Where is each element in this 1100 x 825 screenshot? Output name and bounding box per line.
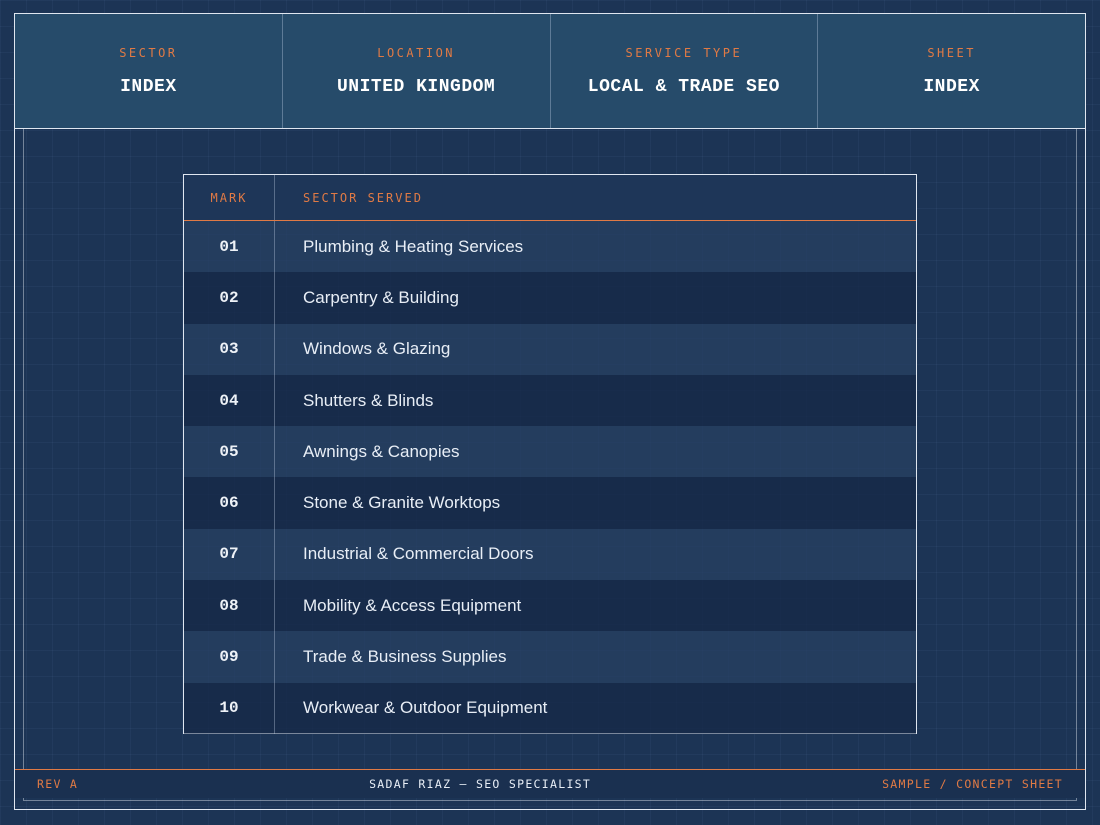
title-cell-label: SHEET (927, 46, 976, 60)
row-mark: 10 (219, 699, 239, 718)
table-row: 02 Carpentry & Building (184, 272, 916, 324)
row-sector: Mobility & Access Equipment (303, 595, 522, 615)
header-mark-cell: MARK (184, 175, 275, 220)
header-mark: MARK (210, 190, 248, 205)
title-block: SECTOR INDEX LOCATION UNITED KINGDOM SER… (15, 14, 1085, 129)
sector-table: MARK SECTOR SERVED 01 Plumbing & Heating … (183, 174, 917, 734)
table-row: 05 Awnings & Canopies (184, 426, 916, 478)
sector-cell: Mobility & Access Equipment (275, 580, 916, 631)
title-cell-value: UNITED KINGDOM (337, 77, 496, 97)
sector-cell: Shutters & Blinds (275, 375, 916, 426)
table-header: MARK SECTOR SERVED (184, 175, 916, 221)
mark-cell: 02 (184, 272, 275, 324)
title-cell-service-type: SERVICE TYPE LOCAL & TRADE SEO (551, 14, 819, 128)
title-cell-value: LOCAL & TRADE SEO (587, 77, 780, 97)
sector-cell: Industrial & Commercial Doors (275, 529, 916, 580)
row-mark: 04 (219, 391, 239, 410)
title-cell-label: SECTOR (119, 46, 178, 60)
row-sector: Industrial & Commercial Doors (303, 544, 534, 564)
mark-cell: 05 (184, 426, 275, 478)
sheet-type-label: SAMPLE / CONCEPT SHEET (882, 777, 1063, 791)
row-mark: 07 (219, 545, 239, 564)
row-sector: Shutters & Blinds (303, 390, 434, 410)
sector-cell: Workwear & Outdoor Equipment (275, 683, 916, 734)
row-mark: 02 (219, 288, 239, 307)
title-cell-location: LOCATION UNITED KINGDOM (283, 14, 551, 128)
row-sector: Carpentry & Building (303, 287, 459, 307)
row-mark: 05 (219, 442, 239, 461)
table-row: 06 Stone & Granite Worktops (184, 477, 916, 529)
row-sector: Awnings & Canopies (303, 441, 460, 461)
revision-label: REV A (37, 777, 79, 791)
title-cell-label: LOCATION (377, 46, 456, 60)
row-sector: Plumbing & Heating Services (303, 236, 524, 256)
sector-cell: Trade & Business Supplies (275, 631, 916, 682)
table-row: 08 Mobility & Access Equipment (184, 580, 916, 632)
row-sector: Windows & Glazing (303, 339, 451, 359)
row-mark: 06 (219, 494, 239, 513)
sector-cell: Carpentry & Building (275, 272, 916, 323)
table-row: 01 Plumbing & Heating Services (184, 221, 916, 273)
title-cell-value: INDEX (923, 77, 980, 97)
mark-cell: 10 (184, 682, 275, 734)
table-row: 07 Industrial & Commercial Doors (184, 528, 916, 581)
row-mark: 03 (219, 340, 239, 359)
table-row: 03 Windows & Glazing (184, 323, 916, 375)
mark-cell: 09 (184, 631, 275, 683)
header-sector-cell: SECTOR SERVED (275, 175, 916, 220)
table-row: 04 Shutters & Blinds (184, 374, 916, 427)
row-sector: Trade & Business Supplies (303, 647, 507, 667)
mark-cell: 01 (184, 221, 275, 273)
table-row: 10 Workwear & Outdoor Equipment (184, 682, 916, 734)
footer: REV A SADAF RIAZ — SEO SPECIALIST SAMPLE… (15, 769, 1085, 798)
title-cell-label: SERVICE TYPE (625, 46, 743, 60)
mark-cell: 06 (184, 477, 275, 529)
header-sector: SECTOR SERVED (303, 190, 423, 205)
row-sector: Workwear & Outdoor Equipment (303, 698, 548, 718)
mark-cell: 08 (184, 580, 275, 632)
title-cell-sector: SECTOR INDEX (15, 14, 283, 128)
table-row: 09 Trade & Business Supplies (184, 631, 916, 683)
sector-cell: Stone & Granite Worktops (275, 477, 916, 528)
row-mark: 01 (219, 237, 239, 256)
row-mark: 09 (219, 648, 239, 667)
sector-cell: Plumbing & Heating Services (275, 221, 916, 272)
table-body: 01 Plumbing & Heating Services 02 Carpentry… (184, 221, 916, 734)
title-cell-value: INDEX (120, 77, 177, 97)
row-sector: Stone & Granite Worktops (303, 493, 501, 513)
mark-cell: 07 (184, 528, 275, 581)
title-cell-sheet: SHEET INDEX (818, 14, 1085, 128)
row-mark: 08 (219, 596, 239, 615)
sector-cell: Awnings & Canopies (275, 426, 916, 477)
author-label: SADAF RIAZ — SEO SPECIALIST (369, 777, 592, 791)
mark-cell: 03 (184, 323, 275, 375)
sector-cell: Windows & Glazing (275, 324, 916, 375)
mark-cell: 04 (184, 374, 275, 427)
